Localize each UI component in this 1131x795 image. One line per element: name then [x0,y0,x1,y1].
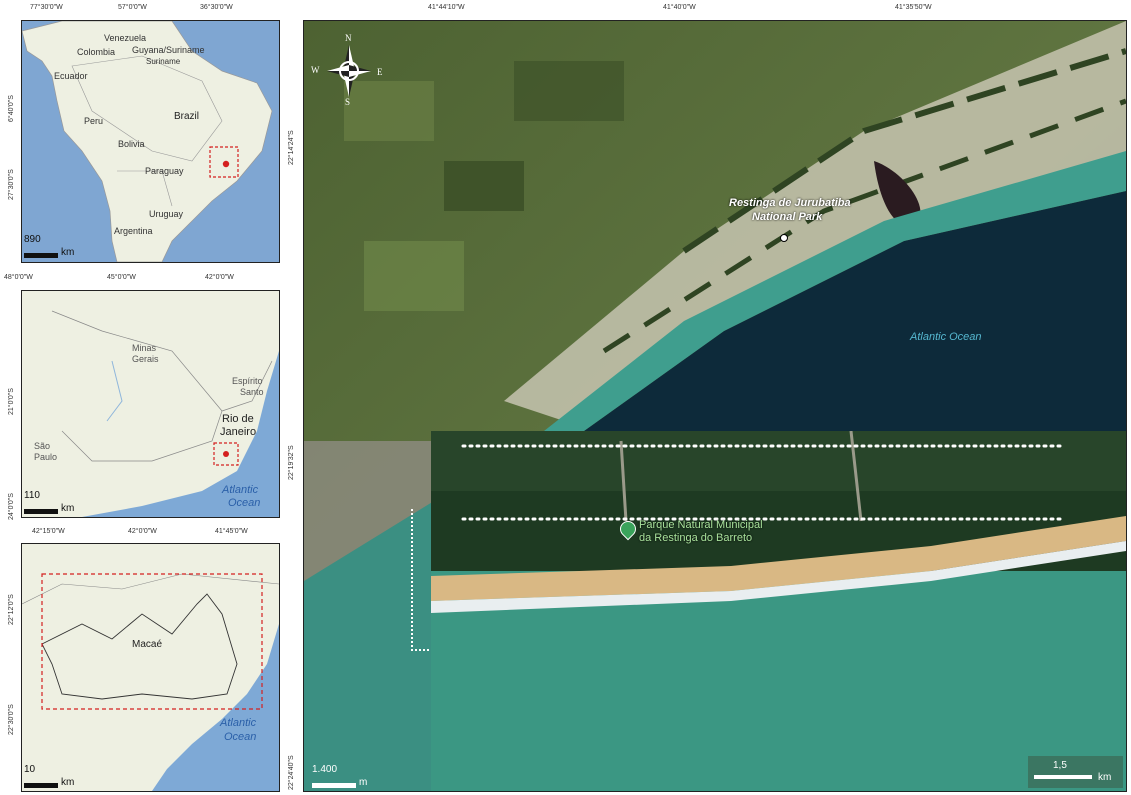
label-es-1: Espírito [232,376,263,386]
label-atlantic-1: Atlantic [222,484,259,496]
panel1-scale-line [24,253,58,258]
macae-shape [22,573,279,791]
label-colombia: Colombia [77,47,116,57]
park-marker-icon [780,234,788,242]
panel2-scale-value: 110 [24,490,40,501]
label-sp-2: Paulo [34,452,58,462]
label-guyana: Guyana/Suriname [132,45,205,55]
label-ecuador: Ecuador [54,71,88,81]
label-rj-1: Rio de [222,413,254,425]
compass-rose: N S W E [311,33,383,108]
poi-label-line-2: da Restinga do Barreto [639,532,753,544]
label-argentina: Argentina [114,226,153,236]
label-suriname: Suriname [146,57,181,66]
label-es-2: Santo [240,387,264,397]
atlantic-ocean-label: Atlantic Ocean [910,331,982,343]
panel2-top-tick-3: 42°0'0"W [205,274,234,281]
panel3-scale-unit: km [61,777,75,788]
label-venezuela: Venezuela [104,33,147,43]
park-label-line-2: National Park [752,211,823,223]
main-side-tick-3: 22°24'40"S [288,755,295,790]
inset-scale-value: 1,5 [1053,760,1067,771]
main-scale-unit: m [359,777,368,788]
panel1-top-tick-1: 77°30'0"W [30,4,63,11]
label-brazil: Brazil [174,111,200,122]
panel3-scale-bar: 10 km [24,764,75,788]
panel3-side-tick-2: 22°30'0"S [8,704,15,735]
panel3-scale-value: 10 [24,764,36,775]
panel3-top-tick-1: 42°15'0"W [32,528,65,535]
main-side-tick-2: 22°19'32"S [288,445,295,480]
main-side-tick-1: 22°14'24"S [288,130,295,165]
panel3-side-tick-1: 22°12'0"S [8,594,15,625]
label-uruguay: Uruguay [149,209,184,219]
macae-map: Macaé Atlantic Ocean 10 km [21,543,280,792]
label-atlantic-4: Ocean [224,731,257,743]
inset-scale-box: 1,5 km [1028,756,1123,788]
panel3-top-tick-2: 42°0'0"W [128,528,157,535]
compass-s: S [345,97,351,107]
main-top-tick-3: 41°35'50"W [895,4,932,11]
panel2-scale-line [24,509,58,514]
satellite-map: N S W E Restinga de Jurubatiba National … [303,20,1127,792]
label-minas-1: Minas [132,343,157,353]
panel2-top-tick-1: 48°0'0"W [4,274,33,281]
rio-location-marker [223,451,229,457]
inset-scale-unit: km [1098,772,1112,783]
panel1-side-tick-2: 27°30'0"S [8,169,15,200]
main-scale-line [312,783,356,788]
park-label-line-1: Restinga de Jurubatiba [729,197,851,209]
panel1-top-tick-3: 36°30'0"W [200,4,233,11]
inset-connector [411,509,433,651]
compass-e: E [377,67,383,77]
main-top-tick-1: 41°44'10"W [428,4,465,11]
panel2-side-tick-1: 21°0'0"S [8,388,15,415]
panel2-scale-bar: 110 km [24,490,75,514]
label-sp-1: São [34,441,51,451]
southeast-brazil-map: Minas Gerais Espírito Santo Rio de Janei… [21,290,280,518]
inset-imagery [431,431,1126,613]
label-macae: Macaé [132,639,163,650]
label-paraguay: Paraguay [145,166,184,176]
panel2-top-tick-2: 45°0'0"W [107,274,136,281]
panel2-side-tick-2: 24°0'0"S [8,493,15,520]
label-bolivia: Bolivia [118,139,145,149]
label-minas-2: Gerais [132,354,159,364]
compass-n: N [345,33,352,43]
label-atlantic-2: Ocean [228,497,261,509]
panel3-top-tick-3: 41°45'0"W [215,528,248,535]
label-atlantic-3: Atlantic [220,717,257,729]
south-america-map: Venezuela Guyana/Suriname Colombia Surin… [21,20,280,263]
main-scale-value: 1.400 [312,764,338,775]
location-marker [222,160,230,168]
poi-label-line-1: Parque Natural Municipal [639,519,763,531]
main-top-tick-2: 41°40'0"W [663,4,696,11]
panel1-scale-bar: 890 km [24,234,75,258]
inset-scale-line [1034,775,1092,779]
panel1-scale-value: 890 [24,234,41,245]
compass-w: W [311,65,320,75]
barreto-inset: Parque Natural Municipal da Restinga do … [431,431,1126,791]
panel1-scale-unit: km [61,247,75,258]
panel1-top-tick-2: 57°0'0"W [118,4,147,11]
panel3-scale-line [24,783,58,788]
label-rj-2: Janeiro [220,426,257,438]
label-peru: Peru [84,116,104,126]
panel2-scale-unit: km [61,503,75,514]
panel1-side-tick-1: 6°40'0"S [8,95,15,122]
main-scale-bar: 1.400 m [312,764,368,788]
